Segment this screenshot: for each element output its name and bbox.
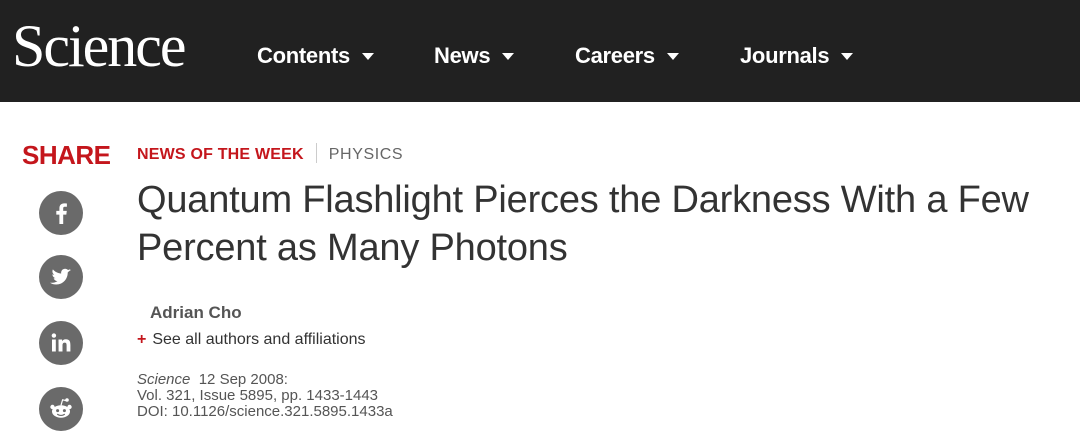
share-reddit-button[interactable]	[39, 387, 83, 431]
reddit-icon	[50, 398, 72, 418]
twitter-icon	[50, 268, 71, 285]
chevron-down-icon	[502, 52, 515, 60]
nav-item-label: Careers	[575, 43, 655, 68]
chevron-down-icon	[666, 52, 679, 60]
share-label: SHARE	[22, 140, 111, 170]
affiliations-link-label: See all authors and affiliations	[152, 331, 366, 348]
citation-date: 12 Sep 2008:	[198, 371, 288, 388]
kicker-divider	[315, 143, 317, 163]
nav-item-label: Contents	[257, 43, 350, 68]
site-header: Science Contents News Careers Journals	[0, 0, 1080, 102]
citation-journal: Science	[137, 371, 191, 388]
nav-item-label: Journals	[740, 43, 830, 68]
article-kicker: NEWS OF THE WEEK PHYSICS	[137, 143, 403, 166]
nav-item-journals[interactable]: Journals	[740, 38, 854, 74]
citation-line-1: Science 12 Sep 2008:	[137, 372, 393, 388]
article-title: Quantum Flashlight Pierces the Darkness …	[137, 179, 1029, 269]
author-name[interactable]: Adrian Cho	[150, 302, 242, 324]
citation-doi[interactable]: DOI: 10.1126/science.321.5895.1433a	[137, 404, 393, 420]
chevron-down-icon	[841, 52, 854, 60]
citation: Science 12 Sep 2008: Vol. 321, Issue 589…	[137, 372, 393, 420]
citation-volume: Vol. 321, Issue 5895, pp. 1433-1443	[137, 387, 379, 404]
share-linkedin-button[interactable]	[39, 321, 83, 365]
facebook-icon	[56, 203, 67, 224]
share-twitter-button[interactable]	[39, 255, 83, 299]
section-link[interactable]: NEWS OF THE WEEK	[137, 146, 304, 163]
nav-item-news[interactable]: News	[434, 38, 515, 74]
linkedin-icon	[51, 333, 71, 352]
plus-icon: +	[137, 331, 147, 348]
nav-item-contents[interactable]: Contents	[257, 38, 374, 74]
see-affiliations-link[interactable]: + See all authors and affiliations	[137, 329, 366, 351]
nav-item-label: News	[434, 43, 491, 68]
chevron-down-icon	[361, 52, 374, 60]
topic-link[interactable]: PHYSICS	[329, 146, 403, 163]
share-facebook-button[interactable]	[39, 191, 83, 235]
nav-item-careers[interactable]: Careers	[575, 38, 679, 74]
science-logo[interactable]: Science	[12, 8, 187, 84]
